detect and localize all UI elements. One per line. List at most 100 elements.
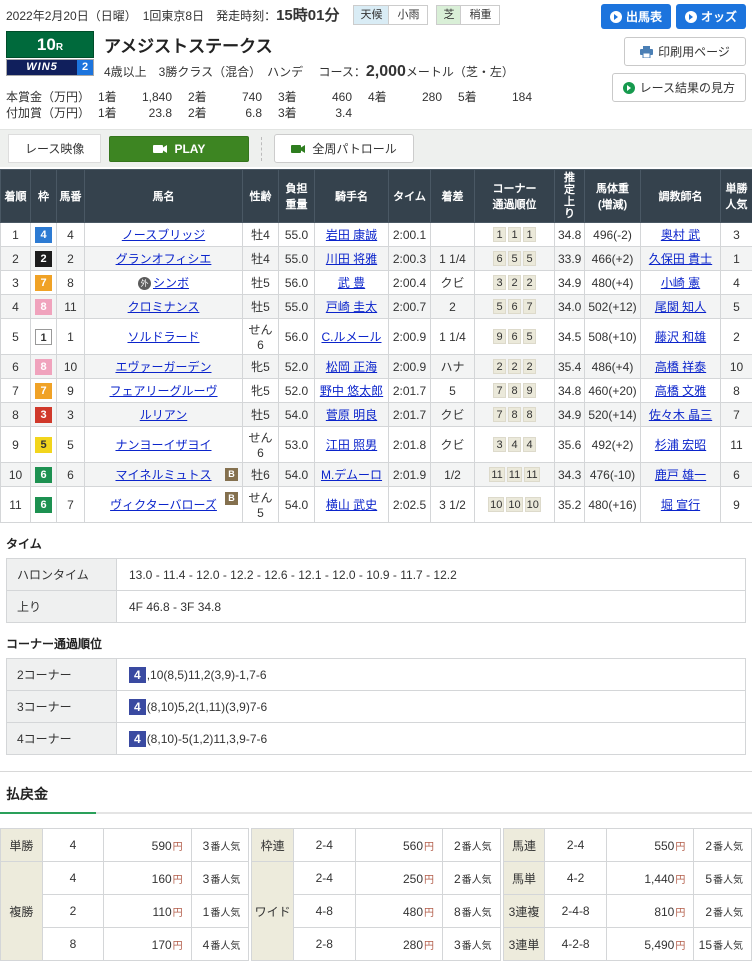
horse-link[interactable]: ルリアン (140, 408, 188, 422)
trainer-link[interactable]: 鹿戸 雄一 (655, 468, 706, 482)
payout-popularity-value: 2 (454, 872, 461, 886)
corner-chip: 5 (523, 251, 536, 266)
horse-link[interactable]: エヴァーガーデン (115, 360, 211, 374)
arrow-circle-icon (685, 11, 697, 23)
time-row-label: ハロンタイム (7, 559, 117, 591)
cell-margin: クビ (431, 427, 475, 463)
payout-amount-value: 170 (152, 938, 172, 952)
payout-amount: 550円 (606, 829, 694, 862)
cell-corner-positions: 655 (475, 247, 555, 271)
start-time-label: 発走時刻： (216, 9, 276, 23)
entries-button[interactable]: 出馬表 (601, 4, 671, 29)
payout-combination: 4-2-8 (545, 928, 606, 961)
cell-horse-number: 5 (57, 427, 85, 463)
cell-waku: 1 (31, 319, 57, 355)
jockey-link[interactable]: 戸崎 圭太 (326, 300, 377, 314)
horse-link[interactable]: クロミナンス (128, 300, 200, 314)
payout-amount-value: 810 (654, 905, 674, 919)
payout-popularity-suffix: 番人気 (462, 941, 492, 952)
results-header-cell: タイム (389, 170, 431, 223)
payout-row: ワイド2-4250円2番人気 (252, 862, 500, 895)
cell-waku: 3 (31, 403, 57, 427)
trainer-link[interactable]: 奥村 武 (661, 228, 700, 242)
jockey-link[interactable]: 武 豊 (338, 276, 365, 290)
entries-button-label: 出馬表 (626, 8, 662, 25)
horse-link[interactable]: フェアリーグルーヴ (109, 384, 217, 398)
payout-table: 馬連2-4550円2番人気馬単4-21,440円5番人気3連複2-4-8810円… (503, 828, 752, 961)
jockey-link[interactable]: 江田 照男 (326, 438, 377, 452)
cell-corner-positions: 788 (475, 403, 555, 427)
horse-link[interactable]: ヴィクターバローズ (110, 498, 217, 512)
payout-popularity-value: 2 (705, 905, 712, 919)
turf-label: 芝 (437, 6, 461, 24)
jockey-link[interactable]: C.ルメール (321, 330, 381, 344)
table-row: 144ノースブリッジ牡455.0岩田 康誠2:00.111134.8496(-2… (1, 223, 752, 247)
cell-corner-positions: 111111 (475, 463, 555, 487)
corner-chip: 1 (508, 227, 521, 242)
trainer-link[interactable]: 堀 宣行 (661, 498, 700, 512)
corner-chip: 10 (506, 497, 522, 512)
results-header-cell: 調教師名 (641, 170, 721, 223)
jockey-link[interactable]: 横山 武史 (326, 498, 377, 512)
corner-chip: 5 (523, 329, 536, 344)
cell-body-weight: 480(+16) (585, 487, 641, 523)
corner-chip: 2 (523, 275, 536, 290)
payout-combination: 2-8 (294, 928, 356, 961)
cell-finish-position: 8 (1, 403, 31, 427)
payout-popularity: 4番人気 (191, 928, 249, 961)
trainer-link[interactable]: 高橋 祥泰 (655, 360, 706, 374)
patrol-video-button[interactable]: 全周パトロール (274, 134, 413, 163)
jockey-link[interactable]: 松岡 正海 (326, 360, 377, 374)
cell-sex-age: せん5 (243, 487, 279, 523)
waku-badge: 7 (35, 383, 52, 399)
trainer-link[interactable]: 小崎 憲 (661, 276, 700, 290)
prize-main-label: 本賞金（万円） (6, 89, 98, 105)
jockey-link[interactable]: 岩田 康誠 (326, 228, 377, 242)
jockey-link[interactable]: 菅原 明良 (326, 408, 377, 422)
trainer-link[interactable]: 尾関 知人 (655, 300, 706, 314)
cell-trainer: 杉浦 宏昭 (641, 427, 721, 463)
trainer-link[interactable]: 佐々木 晶三 (649, 408, 712, 422)
payout-popularity-value: 2 (454, 839, 461, 853)
corner-order-text: (8,10)5,2(1,11)(3,9)7-6 (147, 700, 268, 714)
payout-combination: 4-8 (294, 895, 356, 928)
payout-popularity-suffix: 番人気 (713, 908, 743, 919)
trainer-link[interactable]: 高橋 文雅 (655, 384, 706, 398)
payout-combination: 2-4-8 (545, 895, 606, 928)
cell-last-3f: 34.0 (555, 295, 585, 319)
jockey-link[interactable]: 川田 将雅 (326, 252, 377, 266)
odds-button-label: オッズ (701, 8, 737, 25)
cell-waku: 6 (31, 487, 57, 523)
horse-link[interactable]: グランオフィシエ (116, 252, 212, 266)
horse-link[interactable]: シンボ (153, 276, 189, 290)
trainer-link[interactable]: 久保田 貴士 (649, 252, 712, 266)
cell-horse-name: クロミナンス (85, 295, 243, 319)
horse-link[interactable]: マイネルミュトス (115, 468, 211, 482)
payout-popularity-suffix: 番人気 (210, 842, 240, 853)
horse-link[interactable]: ノースブリッジ (122, 228, 205, 242)
play-button[interactable]: PLAY (109, 136, 249, 162)
cell-corner-positions: 322 (475, 271, 555, 295)
corner-chip: 7 (493, 407, 506, 422)
trainer-link[interactable]: 藤沢 和雄 (655, 330, 706, 344)
weather-label: 天候 (354, 6, 389, 24)
corner-chip: 5 (493, 299, 506, 314)
waku-badge: 8 (35, 359, 52, 375)
video-camera-icon (291, 144, 306, 154)
trainer-link[interactable]: 杉浦 宏昭 (655, 438, 706, 452)
odds-button[interactable]: オッズ (676, 4, 746, 29)
results-header-cell: 着差 (431, 170, 475, 223)
cell-last-3f: 35.2 (555, 487, 585, 523)
prize-added-label: 付加賞（万円） (6, 105, 98, 121)
cell-sex-age: せん6 (243, 427, 279, 463)
start-time: 15時01分 (276, 7, 339, 24)
cell-horse-name: エヴァーガーデン (85, 355, 243, 379)
cell-jockey: 菅原 明良 (315, 403, 389, 427)
weather-value: 小雨 (389, 6, 427, 24)
jockey-link[interactable]: M.デムーロ (321, 468, 382, 482)
payout-amount-value: 160 (152, 872, 172, 886)
horse-link[interactable]: ソルドラード (127, 330, 199, 344)
horse-link[interactable]: ナンヨーイザヨイ (115, 438, 211, 452)
jockey-link[interactable]: 野中 悠太郎 (320, 384, 383, 398)
cell-time: 2:01.7 (389, 403, 431, 427)
